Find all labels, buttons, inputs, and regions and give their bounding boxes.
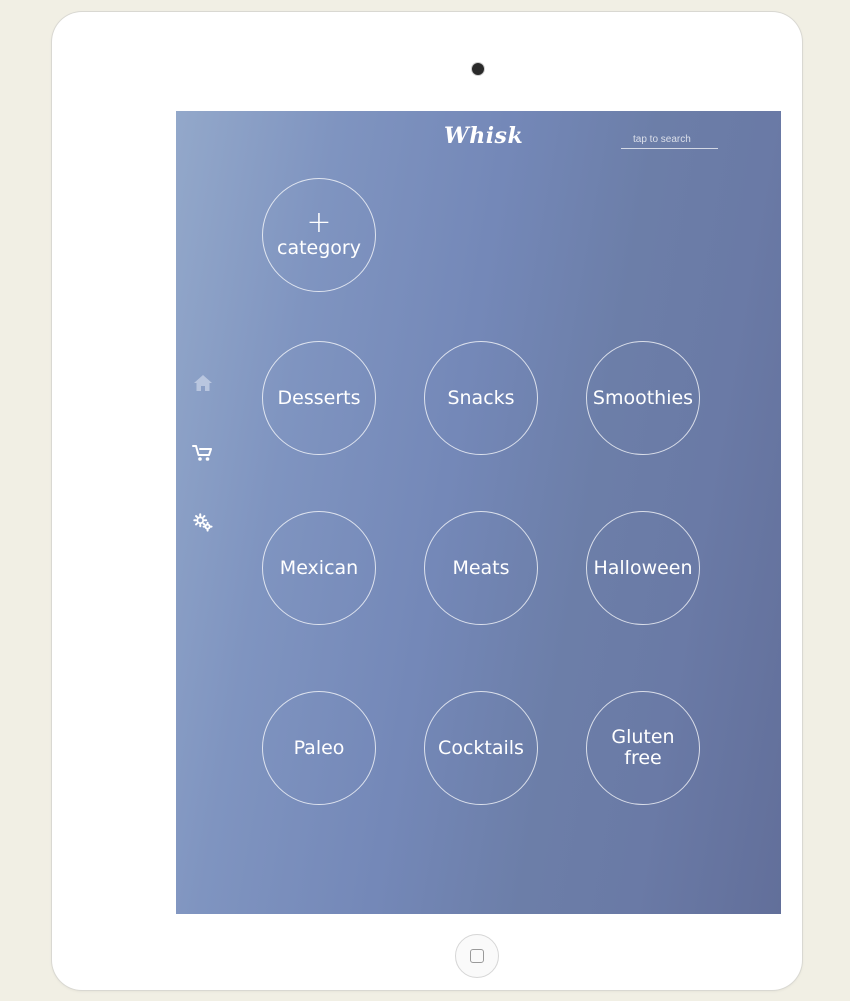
home-icon [194,375,212,391]
category-mexican[interactable]: Mexican [262,511,376,625]
app-logo: Whisk [444,123,524,149]
category-halloween[interactable]: Halloween [586,511,700,625]
cart-icon [192,445,212,461]
add-category-button[interactable]: + category [262,178,376,292]
sidebar-item-cart[interactable] [192,442,214,464]
category-snacks[interactable]: Snacks [424,341,538,455]
device-home-button[interactable] [455,934,499,978]
app-screen: Whisk tap to search + category Desserts … [176,111,781,914]
plus-icon: + [306,205,332,240]
category-smoothies[interactable]: Smoothies [586,341,700,455]
sidebar-item-settings[interactable] [192,512,214,534]
category-gluten-free[interactable]: Gluten free [586,691,700,805]
tablet-device: Whisk tap to search + category Desserts … [52,12,802,990]
category-desserts[interactable]: Desserts [262,341,376,455]
gear-icon [193,513,213,532]
category-paleo[interactable]: Paleo [262,691,376,805]
home-button-square-icon [470,949,484,963]
add-category-label: category [277,237,361,259]
category-cocktails[interactable]: Cocktails [424,691,538,805]
category-meats[interactable]: Meats [424,511,538,625]
camera-icon [472,63,484,75]
sidebar-item-home[interactable] [192,372,214,394]
search-input[interactable] [621,133,718,149]
